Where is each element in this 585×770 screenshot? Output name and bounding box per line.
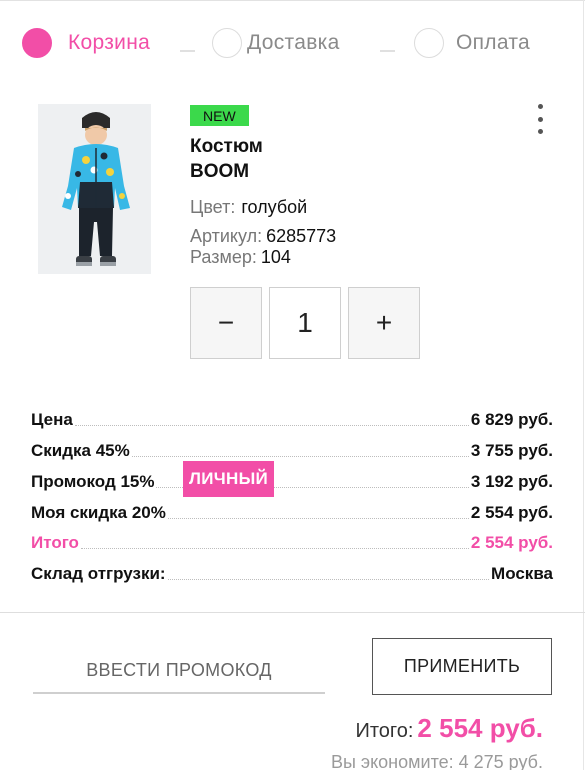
size-value: 104 (260, 247, 291, 267)
quantity-increase-button[interactable]: + (348, 287, 420, 359)
promo-row: Промокод 15% 3 192 руб. (31, 468, 553, 492)
price-value: 6 829 руб. (470, 410, 553, 429)
promo-code-input[interactable]: ВВЕСТИ ПРОМОКОД (33, 652, 325, 694)
dotted-leader (131, 456, 469, 457)
step-separator (180, 50, 195, 52)
discount-label: Скидка 45% (31, 441, 130, 460)
product-size: Размер: 104 (190, 247, 291, 268)
product-title-line1: Костюм (190, 136, 263, 157)
warehouse-label: Склад отгрузки: (31, 564, 166, 583)
dotted-leader (80, 548, 469, 549)
color-label: Цвет: (190, 197, 236, 217)
my-discount-label: Моя скидка 20% (31, 503, 166, 522)
order-total-label: Итого: (355, 720, 414, 742)
dotted-leader (167, 579, 490, 580)
order-total-amount: 2 554 руб. (417, 713, 543, 743)
discount-row: Скидка 45% 3 755 руб. (31, 437, 553, 461)
color-value: голубой (241, 197, 308, 217)
dotted-leader (74, 425, 469, 426)
total-label: Итого (31, 533, 79, 552)
price-label: Цена (31, 410, 73, 429)
warehouse-row: Склад отгрузки: Москва (31, 560, 553, 584)
menu-dot (537, 104, 543, 109)
product-color: Цвет: голубой (190, 197, 307, 218)
product-image[interactable] (38, 104, 151, 274)
step-payment-indicator (414, 28, 444, 58)
price-row: Цена 6 829 руб. (31, 406, 553, 430)
child-winter-suit-photo (38, 104, 151, 274)
new-badge: NEW (190, 105, 249, 126)
promo-label: Промокод 15% (31, 472, 155, 491)
my-discount-row: Моя скидка 20% 2 554 руб. (31, 499, 553, 523)
step-cart[interactable]: Корзина (22, 28, 150, 58)
article-label: Артикул: (190, 226, 263, 246)
step-payment[interactable]: Оплата (414, 28, 530, 58)
checkout-stepper: Корзина Доставка Оплата (22, 28, 582, 64)
step-payment-label: Оплата (456, 31, 531, 54)
my-discount-value: 2 554 руб. (470, 503, 553, 522)
size-label: Размер: (190, 247, 257, 267)
step-cart-label: Корзина (68, 31, 151, 54)
top-border (0, 0, 585, 1)
step-cart-indicator (22, 28, 52, 58)
step-delivery-label: Доставка (247, 31, 340, 54)
article-value: 6285773 (266, 226, 337, 246)
section-divider (0, 612, 585, 613)
quantity-decrease-button[interactable]: − (190, 287, 262, 359)
quantity-value[interactable]: 1 (269, 287, 341, 359)
promo-value: 3 192 руб. (470, 472, 553, 491)
right-border (583, 0, 584, 770)
product-title[interactable]: Костюм BOOM (190, 134, 450, 184)
product-article: Артикул: 6285773 (190, 226, 336, 247)
apply-promo-button[interactable]: ПРИМЕНИТЬ (372, 638, 552, 695)
dotted-leader (167, 518, 469, 519)
menu-dot (537, 129, 543, 134)
order-total: Итого: 2 554 руб. (355, 713, 543, 744)
total-value: 2 554 руб. (470, 533, 553, 552)
savings-text: Вы экономите: 4 275 руб. (330, 752, 543, 770)
personal-promo-badge: ЛИЧНЫЙ (183, 461, 275, 497)
menu-dot (537, 116, 543, 122)
discount-value: 3 755 руб. (470, 441, 553, 460)
product-title-line2: BOOM (190, 161, 250, 182)
step-delivery-indicator (212, 28, 242, 58)
more-vertical-icon[interactable] (534, 104, 546, 134)
step-delivery[interactable]: Доставка (212, 28, 340, 58)
total-row: Итого 2 554 руб. (31, 529, 553, 553)
step-separator (380, 50, 395, 52)
warehouse-value: Москва (491, 564, 553, 583)
